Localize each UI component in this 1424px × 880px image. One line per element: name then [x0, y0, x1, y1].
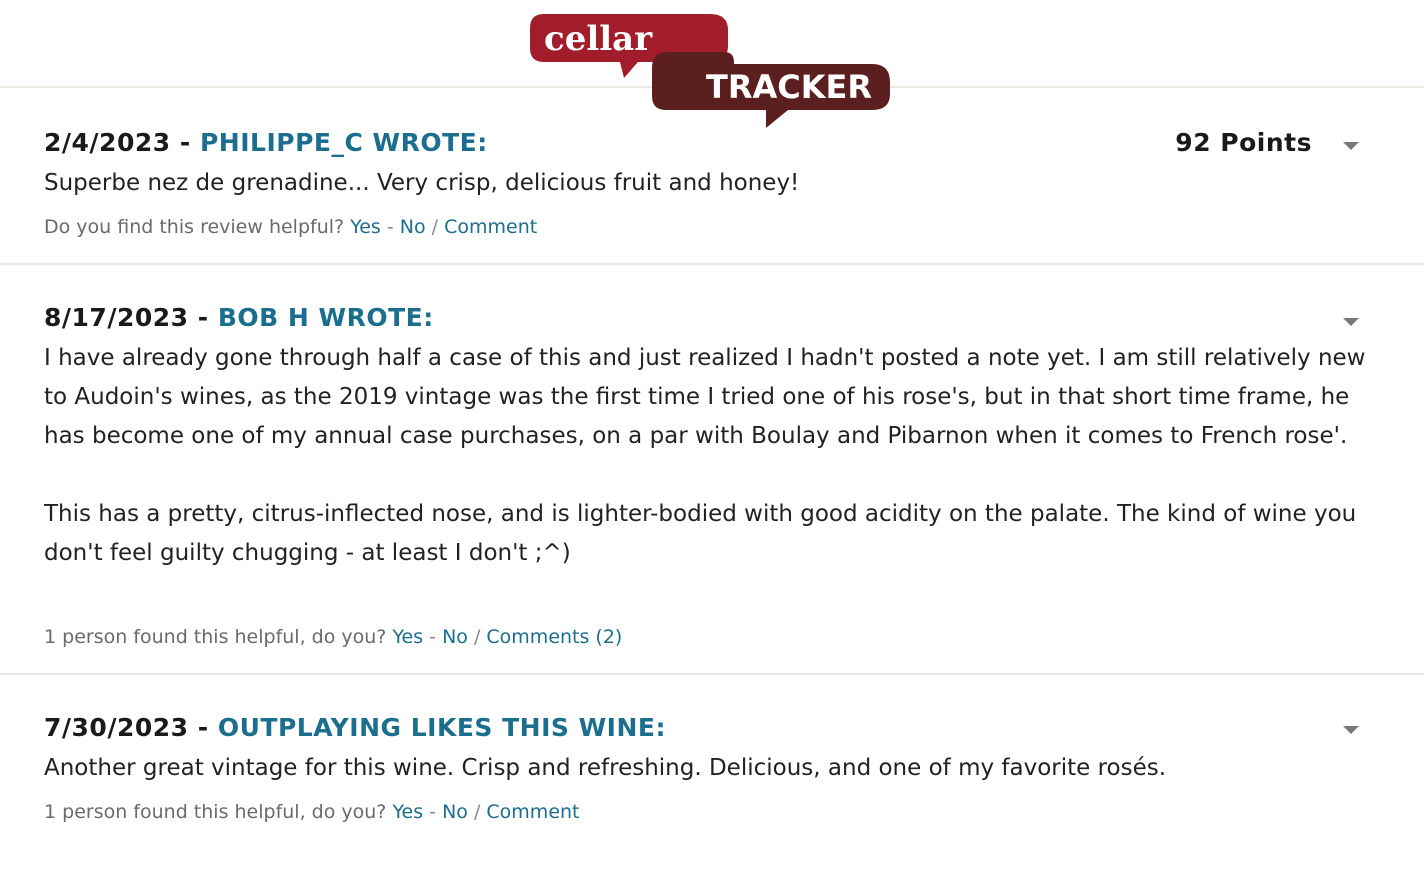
cellartracker-logo[interactable]: cellar TRACKER — [528, 12, 896, 130]
helpful-prompt: Do you find this review helpful? — [44, 216, 345, 238]
review-points: 92 Points — [1175, 128, 1312, 157]
helpful-prompt: 1 person found this helpful, do you? — [44, 801, 387, 823]
helpful-slash: / — [473, 801, 481, 823]
helpful-slash: / — [431, 216, 439, 238]
review-header: 7/30/2023 - OUTPLAYING LIKES THIS WINE: — [44, 713, 666, 742]
review-author[interactable]: OUTPLAYING LIKES THIS WINE: — [218, 713, 666, 742]
review-separator: - — [197, 713, 209, 742]
helpful-bar: 1 person found this helpful, do you? Yes… — [44, 626, 622, 648]
helpful-yes-link[interactable]: Yes — [350, 216, 381, 238]
logo-text-cellar: cellar — [544, 19, 653, 59]
review-author[interactable]: BOB H WROTE: — [218, 303, 434, 332]
review-separator: - — [197, 303, 209, 332]
review-separator: - — [179, 128, 191, 157]
review-3: 7/30/2023 - OUTPLAYING LIKES THIS WINE: … — [0, 675, 1424, 880]
review-author[interactable]: PHILIPPE_C WROTE: — [200, 128, 488, 157]
helpful-dash: - — [429, 626, 437, 648]
helpful-prompt: 1 person found this helpful, do you? — [44, 626, 387, 648]
helpful-dash: - — [429, 801, 437, 823]
helpful-slash: / — [473, 626, 481, 648]
chevron-down-icon[interactable] — [1343, 142, 1359, 150]
comment-link[interactable]: Comment — [486, 801, 579, 823]
chevron-down-icon[interactable] — [1343, 726, 1359, 734]
review-text: Another great vintage for this wine. Cri… — [44, 755, 1167, 781]
helpful-bar: Do you find this review helpful? Yes - N… — [44, 216, 537, 238]
review-header: 2/4/2023 - PHILIPPE_C WROTE: — [44, 128, 488, 157]
review-date: 8/17/2023 — [44, 303, 189, 332]
comments-link[interactable]: Comments (2) — [486, 626, 622, 648]
helpful-dash: - — [386, 216, 394, 238]
review-text: Superbe nez de grenadine... Very crisp, … — [44, 170, 800, 196]
review-date: 2/4/2023 — [44, 128, 171, 157]
helpful-no-link[interactable]: No — [400, 216, 426, 238]
chevron-down-icon[interactable] — [1343, 318, 1359, 326]
comment-link[interactable]: Comment — [444, 216, 537, 238]
review-2: 8/17/2023 - BOB H WROTE: I have already … — [0, 265, 1424, 675]
review-header: 8/17/2023 - BOB H WROTE: — [44, 303, 434, 332]
logo-text-tracker: TRACKER — [706, 68, 872, 106]
review-date: 7/30/2023 — [44, 713, 189, 742]
helpful-no-link[interactable]: No — [442, 801, 468, 823]
review-text: I have already gone through half a case … — [44, 345, 1366, 566]
helpful-bar: 1 person found this helpful, do you? Yes… — [44, 801, 580, 823]
helpful-no-link[interactable]: No — [442, 626, 468, 648]
helpful-yes-link[interactable]: Yes — [392, 626, 423, 648]
helpful-yes-link[interactable]: Yes — [392, 801, 423, 823]
